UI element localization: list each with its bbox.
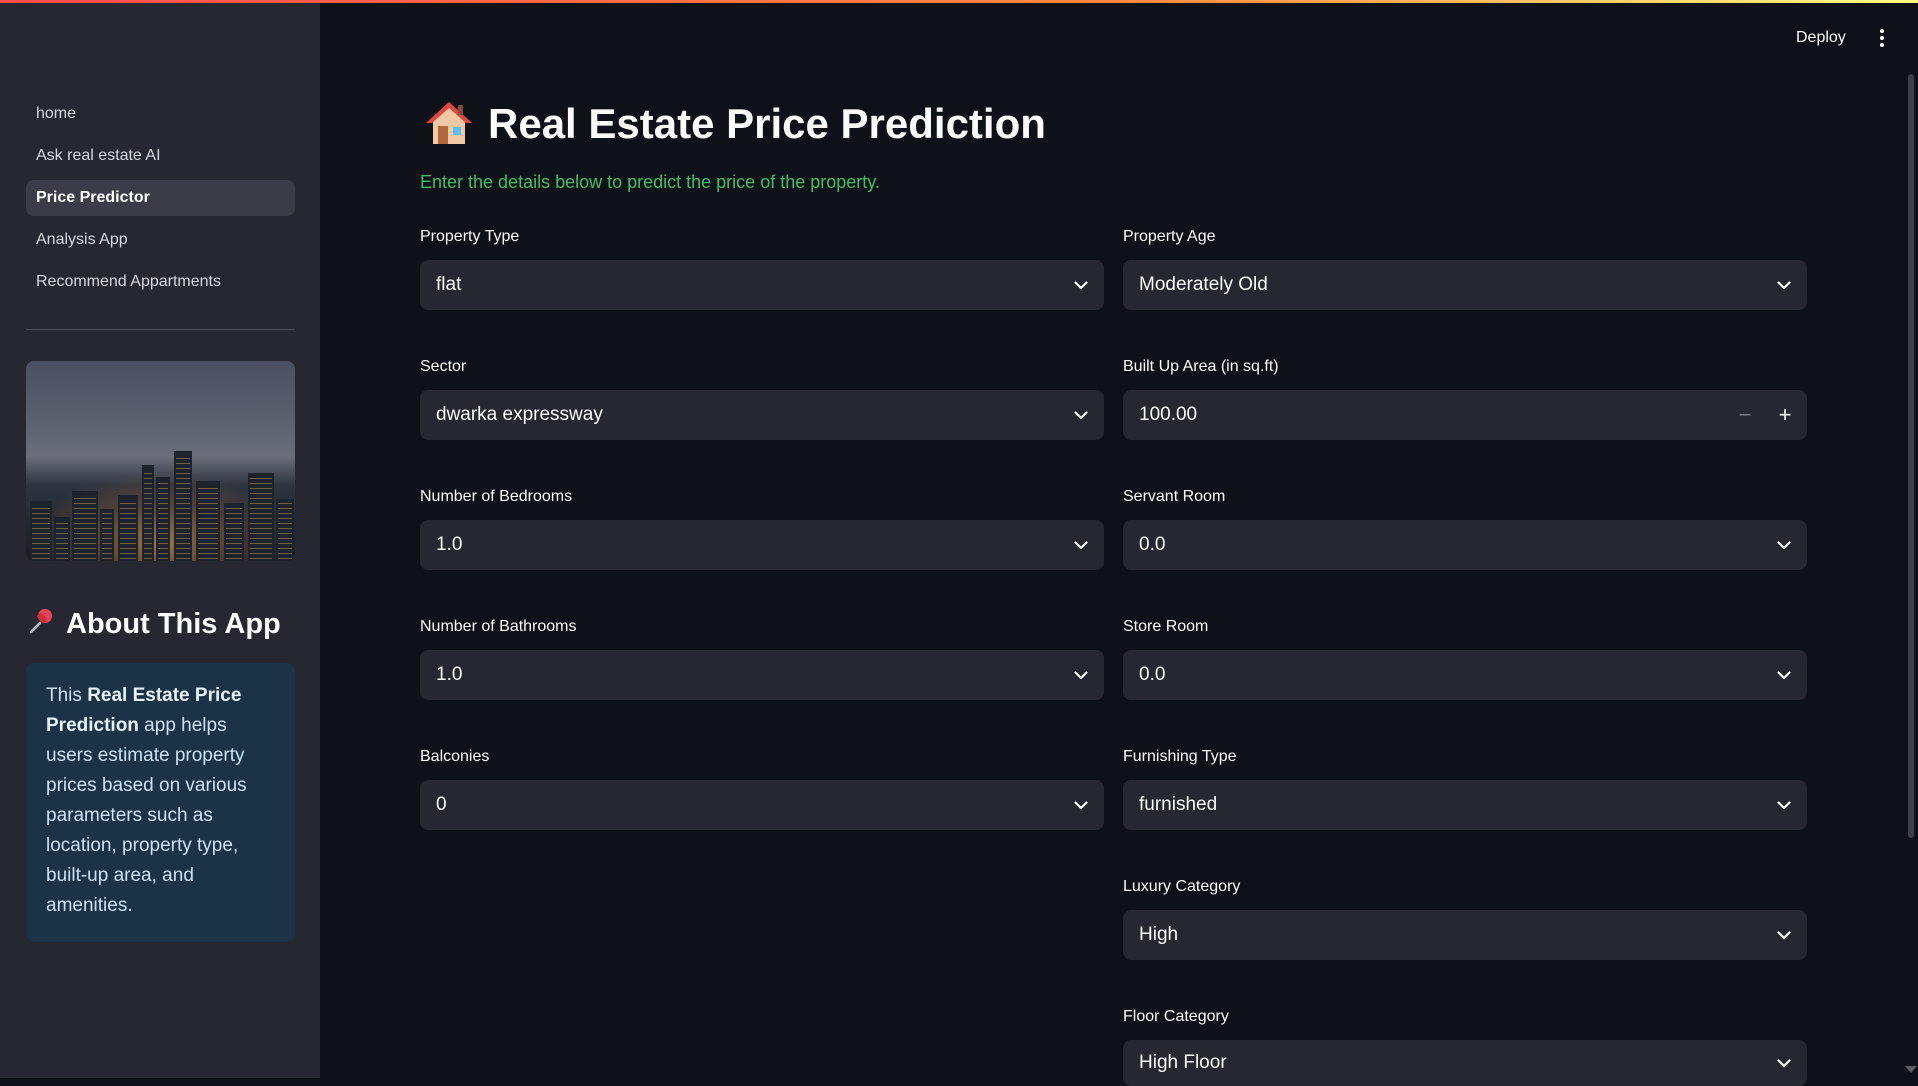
- servant-room-value: 0.0: [1139, 534, 1166, 555]
- house-icon: [424, 100, 474, 148]
- store-room-value: 0.0: [1139, 664, 1166, 685]
- sidebar-item-home[interactable]: home: [26, 96, 295, 132]
- balconies-value: 0: [436, 794, 447, 815]
- increment-button[interactable]: +: [1765, 390, 1805, 440]
- property-age-value: Moderately Old: [1139, 274, 1268, 295]
- chevron-down-icon: [1777, 668, 1791, 682]
- built-up-area-value[interactable]: 100.00: [1139, 404, 1725, 426]
- sidebar-item-recommend-appartments[interactable]: Recommend Appartments: [26, 264, 295, 300]
- furnishing-type-value: furnished: [1139, 794, 1218, 815]
- furnishing-type-select[interactable]: furnished: [1123, 780, 1807, 830]
- sidebar-item-ask-real-estate-ai[interactable]: Ask real estate AI: [26, 138, 295, 174]
- kebab-menu-icon[interactable]: [1874, 24, 1890, 52]
- floor-category-value: High Floor: [1139, 1052, 1227, 1073]
- bathrooms-select[interactable]: 1.0: [420, 650, 1104, 700]
- chevron-down-icon: [1777, 278, 1791, 292]
- about-text-after: app helps users estimate property prices…: [46, 715, 247, 916]
- page-subtitle: Enter the details below to predict the p…: [420, 172, 880, 192]
- bathrooms-field: Number of Bathrooms 1.0: [420, 616, 1104, 700]
- floor-category-field: Floor Category High Floor: [1123, 1006, 1807, 1086]
- chevron-down-icon: [1074, 798, 1088, 812]
- property-age-field: Property Age Moderately Old: [1123, 226, 1807, 310]
- sidebar-nav: home Ask real estate AI Price Predictor …: [26, 96, 295, 306]
- decrement-button[interactable]: −: [1725, 390, 1765, 440]
- bedrooms-label: Number of Bedrooms: [420, 488, 573, 505]
- about-heading-text: About This App: [66, 607, 281, 640]
- bathrooms-label: Number of Bathrooms: [420, 618, 577, 635]
- deploy-button[interactable]: Deploy: [1782, 24, 1860, 52]
- balconies-select[interactable]: 0: [420, 780, 1104, 830]
- sector-label: Sector: [420, 358, 467, 375]
- property-age-select[interactable]: Moderately Old: [1123, 260, 1807, 310]
- sidebar-divider: [26, 329, 295, 330]
- store-room-field: Store Room 0.0: [1123, 616, 1807, 700]
- chevron-down-icon: [1074, 538, 1088, 552]
- about-text-before: This: [46, 685, 88, 706]
- built-up-area-field: Built Up Area (in sq.ft) 100.00 − +: [1123, 356, 1807, 440]
- sidebar-item-price-predictor[interactable]: Price Predictor: [26, 180, 295, 216]
- chevron-down-icon: [1777, 1056, 1791, 1070]
- property-age-label: Property Age: [1123, 228, 1216, 245]
- main-scrollbar[interactable]: [1908, 74, 1914, 838]
- chevron-down-icon: [1074, 408, 1088, 422]
- property-type-label: Property Type: [420, 228, 520, 245]
- floor-category-label: Floor Category: [1123, 1008, 1229, 1025]
- sector-value: dwarka expressway: [436, 404, 603, 425]
- chevron-down-icon: [1777, 798, 1791, 812]
- pushpin-icon: [28, 607, 56, 642]
- sector-select[interactable]: dwarka expressway: [420, 390, 1104, 440]
- floor-category-select[interactable]: High Floor: [1123, 1040, 1807, 1086]
- balconies-label: Balconies: [420, 748, 490, 765]
- servant-room-label: Servant Room: [1123, 488, 1226, 505]
- sidebar: home Ask real estate AI Price Predictor …: [0, 0, 320, 1078]
- servant-room-select[interactable]: 0.0: [1123, 520, 1807, 570]
- page-title-row: Real Estate Price Prediction: [424, 96, 1046, 152]
- store-room-label: Store Room: [1123, 618, 1209, 635]
- luxury-category-value: High: [1139, 924, 1179, 945]
- top-decoration-bar: [0, 0, 1918, 3]
- servant-room-field: Servant Room 0.0: [1123, 486, 1807, 570]
- chevron-down-icon: [1777, 538, 1791, 552]
- luxury-category-field: Luxury Category High: [1123, 876, 1807, 960]
- furnishing-type-field: Furnishing Type furnished: [1123, 746, 1807, 830]
- bedrooms-value: 1.0: [436, 534, 463, 555]
- about-info-box: This Real Estate Price Prediction app he…: [26, 663, 295, 942]
- chevron-down-icon: [1074, 668, 1088, 682]
- chevron-down-icon: [1777, 928, 1791, 942]
- built-up-area-input[interactable]: 100.00 − +: [1123, 390, 1807, 440]
- built-up-area-label: Built Up Area (in sq.ft): [1123, 358, 1279, 375]
- bathrooms-value: 1.0: [436, 664, 463, 685]
- furnishing-type-label: Furnishing Type: [1123, 748, 1237, 765]
- city-skyline-image: [26, 361, 295, 561]
- sector-field: Sector dwarka expressway: [420, 356, 1104, 440]
- luxury-category-label: Luxury Category: [1123, 878, 1241, 895]
- store-room-select[interactable]: 0.0: [1123, 650, 1807, 700]
- balconies-field: Balconies 0: [420, 746, 1104, 830]
- about-heading: About This App: [28, 604, 281, 644]
- property-type-field: Property Type flat: [420, 226, 1104, 310]
- sidebar-item-analysis-app[interactable]: Analysis App: [26, 222, 295, 258]
- page-title: Real Estate Price Prediction: [488, 100, 1046, 147]
- property-type-value: flat: [436, 274, 462, 295]
- property-type-select[interactable]: flat: [420, 260, 1104, 310]
- bedrooms-field: Number of Bedrooms 1.0: [420, 486, 1104, 570]
- bedrooms-select[interactable]: 1.0: [420, 520, 1104, 570]
- luxury-category-select[interactable]: High: [1123, 910, 1807, 960]
- chevron-down-icon: [1074, 278, 1088, 292]
- scroll-down-arrow-icon[interactable]: [1905, 1066, 1917, 1073]
